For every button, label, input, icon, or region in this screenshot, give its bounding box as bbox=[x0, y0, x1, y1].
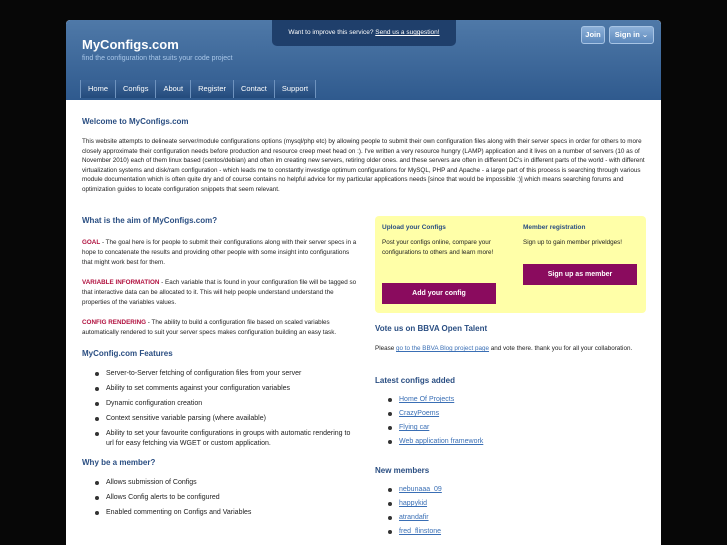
join-button[interactable]: Join bbox=[581, 26, 605, 44]
sign-in-button[interactable]: Sign in ⌄ bbox=[609, 26, 654, 44]
site-header: MyConfigs.com find the configuration tha… bbox=[66, 20, 661, 100]
site-title[interactable]: MyConfigs.com bbox=[82, 37, 179, 52]
left-column: What is the aim of MyConfigs.com? GOAL -… bbox=[82, 216, 360, 523]
member-link[interactable]: atrandafir bbox=[399, 514, 429, 521]
registration-text: Sign up to gain member priveldges! bbox=[523, 239, 623, 246]
features-title: MyConfig.com Features bbox=[82, 349, 173, 358]
member-title: Why be a member? bbox=[82, 458, 156, 467]
list-item: Home Of Projects bbox=[375, 395, 646, 405]
list-item: Flying car bbox=[375, 423, 646, 433]
welcome-title: Welcome to MyConfigs.com bbox=[82, 117, 189, 126]
list-item: happykid bbox=[375, 499, 646, 509]
aim-variable-term: VARIABLE INFORMATION bbox=[82, 279, 160, 286]
vote-text: Please go to the BBVA Blog project page … bbox=[375, 344, 646, 354]
upload-text: Post your configs online, compare your c… bbox=[382, 239, 494, 256]
new-members-title: New members bbox=[375, 466, 430, 475]
upload-panel: Upload your Configs Post your configs on… bbox=[382, 224, 504, 257]
vote-text-after: and vote there. thank you for all your c… bbox=[489, 345, 633, 352]
welcome-text: This website attempts to delineate serve… bbox=[82, 138, 645, 193]
latest-list: Home Of Projects CrazyPoems Flying car W… bbox=[375, 395, 646, 447]
latest-config-link[interactable]: Web application framework bbox=[399, 438, 483, 445]
registration-title: Member registration bbox=[523, 224, 586, 231]
nav-home[interactable]: Home bbox=[80, 80, 117, 98]
latest-config-link[interactable]: Flying car bbox=[399, 424, 429, 431]
aim-rendering: CONFIG RENDERING - The ability to build … bbox=[82, 318, 360, 338]
vote-section: Vote us on BBVA Open Talent Please go to… bbox=[375, 324, 646, 354]
list-item: Web application framework bbox=[375, 437, 646, 447]
vote-title: Vote us on BBVA Open Talent bbox=[375, 324, 488, 333]
suggestion-bar: Want to improve this service? Send us a … bbox=[272, 20, 456, 46]
site-tagline: find the configuration that suits your c… bbox=[82, 55, 233, 62]
suggestion-text: Want to improve this service? bbox=[288, 29, 374, 36]
latest-config-link[interactable]: Home Of Projects bbox=[399, 396, 454, 403]
member-list: Allows submission of Configs Allows Conf… bbox=[82, 478, 360, 518]
registration-panel: Member registration Sign up to gain memb… bbox=[523, 224, 643, 248]
list-item: Dynamic configuration creation bbox=[82, 399, 360, 409]
list-item: Ability to set comments against your con… bbox=[82, 384, 360, 394]
sign-in-label: Sign in bbox=[614, 30, 640, 39]
new-members-section: New members nebunaaa_09 happykid atranda… bbox=[375, 466, 646, 541]
member-link[interactable]: nebunaaa_09 bbox=[399, 486, 442, 493]
list-item: Server-to-Server fetching of configurati… bbox=[82, 369, 360, 379]
aim-goal-text: - The goal here is for people to submit … bbox=[82, 239, 357, 266]
nav-support[interactable]: Support bbox=[274, 80, 317, 98]
vote-text-before: Please bbox=[375, 345, 397, 352]
nav-about[interactable]: About bbox=[156, 80, 192, 98]
aim-rendering-term: CONFIG RENDERING bbox=[82, 319, 147, 326]
add-config-button[interactable]: Add your config bbox=[382, 283, 496, 304]
aim-goal: GOAL - The goal here is for people to su… bbox=[82, 238, 360, 268]
bbva-project-link[interactable]: go to the BBVA Blog project page bbox=[396, 345, 489, 352]
list-item: Context sensitive variable parsing (wher… bbox=[82, 414, 360, 424]
list-item: nebunaaa_09 bbox=[375, 485, 646, 495]
member-link[interactable]: fred_flinstone bbox=[399, 528, 441, 535]
chevron-down-icon: ⌄ bbox=[641, 30, 649, 39]
new-members-list: nebunaaa_09 happykid atrandafir fred_fli… bbox=[375, 485, 646, 537]
suggestion-link[interactable]: Send us a suggestion! bbox=[375, 29, 439, 36]
list-item: Enabled commenting on Configs and Variab… bbox=[82, 508, 360, 518]
aim-goal-term: GOAL bbox=[82, 239, 101, 246]
nav-register[interactable]: Register bbox=[191, 80, 234, 98]
aim-variable: VARIABLE INFORMATION - Each variable tha… bbox=[82, 278, 360, 308]
list-item: atrandafir bbox=[375, 513, 646, 523]
list-item: Allows submission of Configs bbox=[82, 478, 360, 488]
upload-title: Upload your Configs bbox=[382, 224, 446, 231]
latest-title: Latest configs added bbox=[375, 376, 456, 385]
latest-config-link[interactable]: CrazyPoems bbox=[399, 410, 439, 417]
nav-configs[interactable]: Configs bbox=[116, 80, 157, 98]
nav-contact[interactable]: Contact bbox=[234, 80, 275, 98]
latest-section: Latest configs added Home Of Projects Cr… bbox=[375, 376, 646, 451]
list-item: CrazyPoems bbox=[375, 409, 646, 419]
list-item: Ability to set your favourite configurat… bbox=[82, 429, 360, 449]
list-item: Allows Config alerts to be configured bbox=[82, 493, 360, 503]
member-link[interactable]: happykid bbox=[399, 500, 427, 507]
features-list: Server-to-Server fetching of configurati… bbox=[82, 369, 360, 449]
aim-title: What is the aim of MyConfigs.com? bbox=[82, 216, 218, 225]
main-nav: Home Configs About Register Contact Supp… bbox=[80, 80, 317, 98]
sign-up-button[interactable]: Sign up as member bbox=[523, 264, 637, 285]
page-container: MyConfigs.com find the configuration tha… bbox=[66, 20, 661, 545]
list-item: fred_flinstone bbox=[375, 527, 646, 537]
cta-box: Upload your Configs Post your configs on… bbox=[375, 216, 646, 313]
